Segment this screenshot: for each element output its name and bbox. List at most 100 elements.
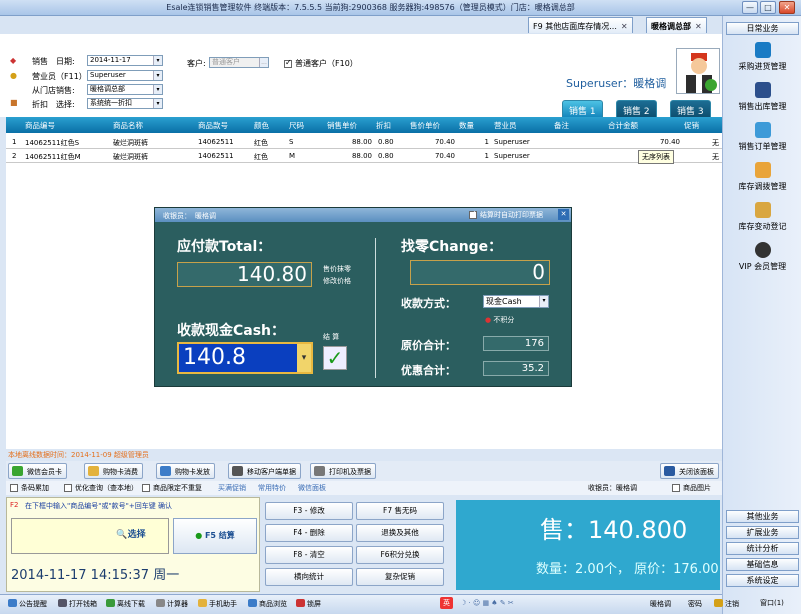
payment-method-select[interactable]: 现金Cash ▾ <box>483 295 549 308</box>
bell-icon <box>8 599 17 607</box>
wechat-panel-link[interactable]: 微信面板 <box>298 483 326 493</box>
auto-print-checkbox[interactable]: 结算时自动打印票据 <box>469 209 543 220</box>
notice-button[interactable]: 公告提醒 <box>8 599 47 609</box>
points-redeem-button[interactable]: F6积分兑换 <box>356 546 444 564</box>
customer-field[interactable]: 普通客户... <box>209 57 269 68</box>
card-icon <box>88 466 99 476</box>
password-button[interactable]: 密码 <box>688 599 702 609</box>
printer-button[interactable]: 打印机及票据 <box>310 463 376 479</box>
no-duplicate-checkbox[interactable]: 商品限定不重复 <box>142 483 202 493</box>
printer-icon <box>314 466 325 476</box>
close-icon[interactable]: ✕ <box>558 209 569 220</box>
sidebar-item-sales-outbound[interactable]: 销售出库管理 <box>726 82 799 112</box>
sidebar-item-sales-order[interactable]: 销售订单管理 <box>726 122 799 152</box>
close-button[interactable]: ✕ <box>779 1 795 14</box>
offline-download-button[interactable]: 离线下载 <box>106 599 145 609</box>
table-row[interactable]: 1 14062511红色S 破烂洞斑裤 14062511 红色 S 88.00 … <box>6 135 722 149</box>
tooltip: 无序列表 <box>638 150 674 164</box>
delete-button[interactable]: F4 - 删除 <box>265 524 353 542</box>
points-icon: ● <box>485 316 492 324</box>
sidebar-item-stock-transfer[interactable]: 库存调拨管理 <box>726 162 799 192</box>
payment-dialog: 收银员： 暖格调 结算时自动打印票据 ✕ 应付款Total： 140.80 售价… <box>154 207 572 387</box>
browse-icon <box>248 599 257 607</box>
no-points-toggle[interactable]: ● 不积分 <box>485 315 514 325</box>
sidebar-item-stock-change[interactable]: 库存变动登记 <box>726 202 799 232</box>
current-user: Superuser：暖格调 <box>566 77 667 90</box>
ime-indicator[interactable]: 英 <box>440 597 453 609</box>
chevron-down-icon: ▾ <box>153 56 162 65</box>
wechat-card-button[interactable]: 微信会员卡 <box>8 463 67 479</box>
common-special-link[interactable]: 常用特价 <box>258 483 286 493</box>
sidebar-header[interactable]: 日常业务 <box>726 22 799 35</box>
close-panel-button[interactable]: 关闭该面板 <box>660 463 719 479</box>
edit-button[interactable]: F3 - 修改 <box>265 502 353 520</box>
close-icon[interactable]: ✕ <box>695 22 702 31</box>
chevron-down-icon: ▾ <box>153 71 162 80</box>
grid-header: 商品编号 商品名称 商品款号 颜色 尺码 销售单价 折扣 售价单价 数量 营业员… <box>6 117 722 133</box>
settle-button[interactable]: ✓ <box>323 346 347 370</box>
no-barcode-sale-button[interactable]: F7 售无码 <box>356 502 444 520</box>
tab-headquarters[interactable]: 暖格调总部 ✕ <box>646 17 707 33</box>
product-browse-button[interactable]: 商品浏览 <box>248 599 287 609</box>
sale-display: 售：140.800 数量：2.00个， 原价：176.00 <box>456 500 720 590</box>
options-bar: 条码累加 优化查询（查本地） 商品限定不重复 买满促销 常用特价 微信面板 收银… <box>6 481 722 495</box>
sidebar-item-vip[interactable]: VIP 会员管理 <box>726 242 799 272</box>
clerk-select[interactable]: Superuser ▾ <box>87 70 163 81</box>
lock-screen-button[interactable]: 锁屏 <box>296 599 321 609</box>
horizontal-stats-button[interactable]: 横向统计 <box>265 568 353 586</box>
return-exchange-button[interactable]: 退换及其他 <box>356 524 444 542</box>
phone-assistant-button[interactable]: 手机助手 <box>198 599 237 609</box>
mobile-icon <box>232 466 243 476</box>
normal-customer-checkbox[interactable]: 普通客户（F10） <box>284 58 358 69</box>
gift-card-pay-button[interactable]: 购物卡消费 <box>84 463 143 479</box>
chevron-down-icon: ▾ <box>153 99 162 108</box>
change-label: 找零Change： <box>401 239 503 255</box>
sidebar-other[interactable]: 其他业务 <box>726 510 799 523</box>
mobile-orders-button[interactable]: 移动客户端单据 <box>228 463 301 479</box>
tab-sale-2[interactable]: 销售 2 <box>616 100 657 117</box>
round-off-link[interactable]: 售价抹零 <box>323 264 351 274</box>
calendar-icon: ◆ <box>10 56 17 65</box>
table-row[interactable]: 2 14062511红色M 破烂洞斑裤 14062511 红色 M 88.00 … <box>6 149 722 164</box>
clear-button[interactable]: F8 - 清空 <box>265 546 353 564</box>
date-field[interactable]: 2014-11-17 ▾ <box>87 55 163 66</box>
logout-button[interactable]: 注销 <box>714 599 739 609</box>
close-icon[interactable]: ✕ <box>621 22 628 31</box>
cash-input[interactable]: 140.8 ▾ <box>177 342 313 374</box>
window-menu[interactable]: 窗口(1) <box>760 598 784 608</box>
confirm-button[interactable]: ● F5 结算 <box>173 518 257 554</box>
check-icon: ● <box>195 531 203 540</box>
sidebar-extended[interactable]: 扩展业务 <box>726 526 799 539</box>
sidebar-statistics[interactable]: 统计分析 <box>726 542 799 555</box>
lock-icon <box>296 599 305 607</box>
buy-promo-link[interactable]: 买满促销 <box>218 483 246 493</box>
transfer-icon <box>754 162 771 178</box>
discount-select[interactable]: 系统统一折扣 ▾ <box>87 98 163 109</box>
cash-label: 收款现金Cash： <box>177 323 286 339</box>
checkbox-icon <box>284 58 292 68</box>
complex-promo-button[interactable]: 复杂促销 <box>356 568 444 586</box>
offline-status: 本地离线数据时间：2014-11-09 超级管理员 <box>6 449 722 461</box>
chevron-down-icon: ▾ <box>297 344 311 372</box>
edit-price-link[interactable]: 修改价格 <box>323 276 351 286</box>
sale-amount: 售：140.800 <box>540 516 688 544</box>
calculator-button[interactable]: 计算器 <box>156 599 188 609</box>
chevron-down-icon: ▾ <box>539 296 548 307</box>
store-select[interactable]: 暖格调总部 ▾ <box>87 84 163 95</box>
minimize-button[interactable]: — <box>742 1 758 14</box>
sidebar-item-purchase[interactable]: 采购进货管理 <box>726 42 799 72</box>
product-image-checkbox[interactable]: 商品图片 <box>672 483 711 493</box>
tab-sale-3[interactable]: 销售 3 <box>670 100 711 117</box>
select-button[interactable]: 🔍选择 <box>95 518 167 554</box>
gift-card-issue-button[interactable]: 购物卡发放 <box>156 463 215 479</box>
tab-sale-1[interactable]: 销售 1 <box>562 100 603 117</box>
sidebar-basic-info[interactable]: 基础信息 <box>726 558 799 571</box>
sidebar-settings[interactable]: 系统设定 <box>726 574 799 587</box>
tab-other-store-stock[interactable]: F9 其他店面库存情况... ✕ <box>528 17 633 33</box>
barcode-accumulate-checkbox[interactable]: 条码累加 <box>10 483 49 493</box>
ime-toolbar-icons: ☽ · ☺ ▦ ♠ ✎ ✂ <box>460 599 514 607</box>
optimize-query-checkbox[interactable]: 优化查询（查本地） <box>64 483 138 493</box>
purchase-icon <box>754 42 771 58</box>
cash-drawer-button[interactable]: 打开钱箱 <box>58 599 97 609</box>
maximize-button[interactable]: □ <box>760 1 776 14</box>
